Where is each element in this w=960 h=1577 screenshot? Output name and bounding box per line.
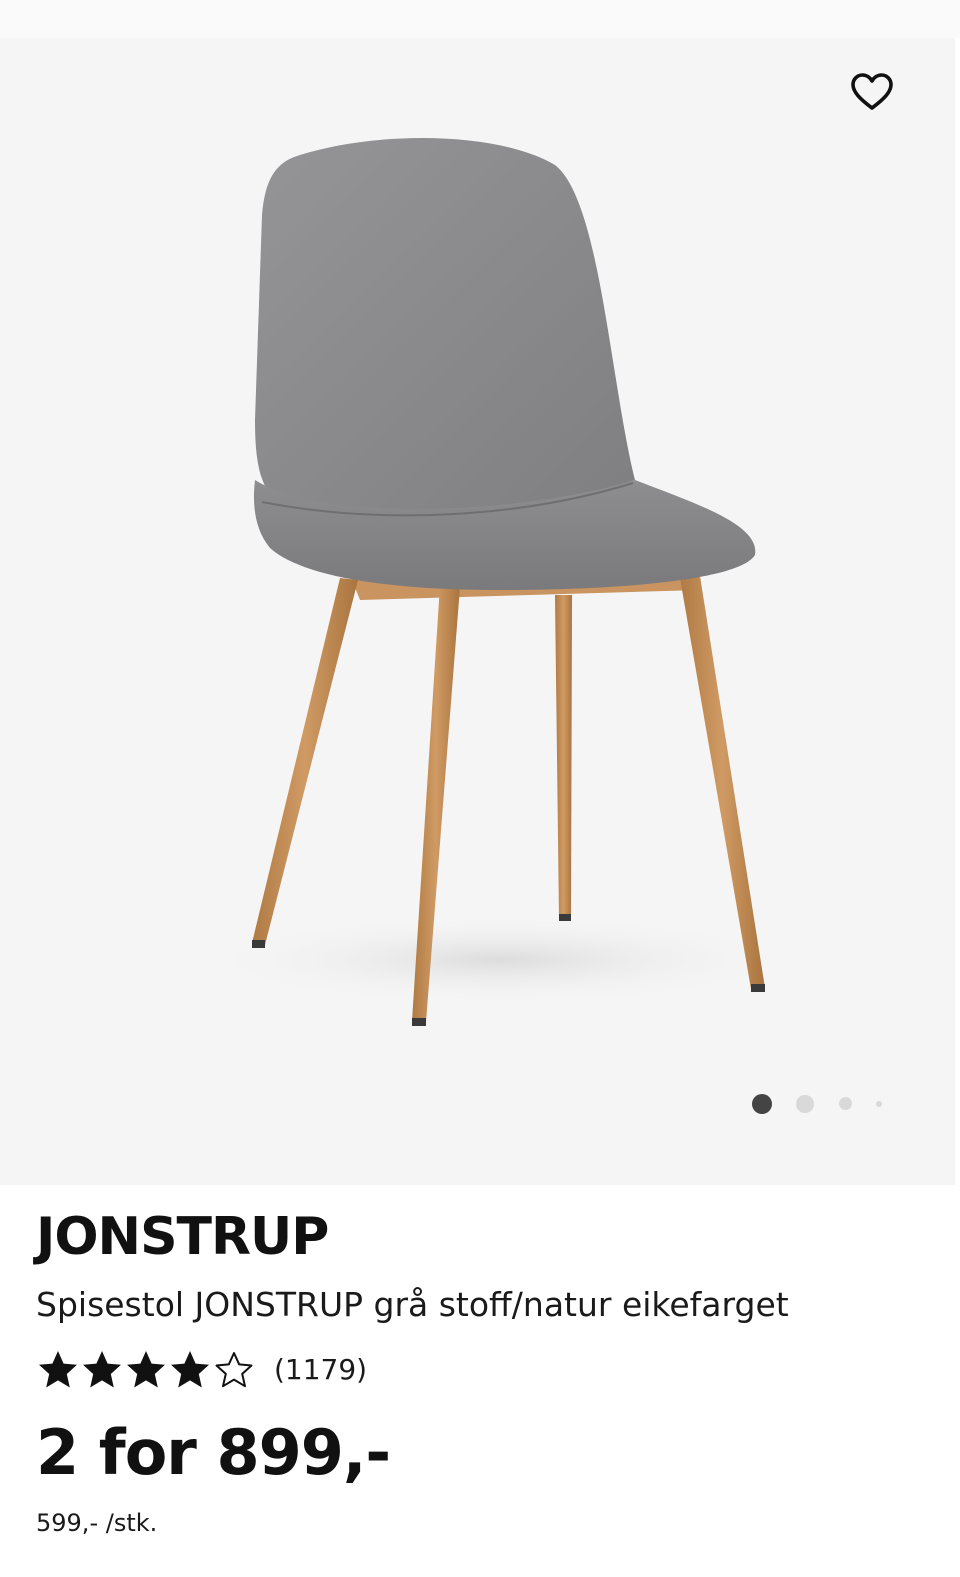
- gallery-edge: [955, 38, 960, 1185]
- star-filled-icon: [171, 1351, 209, 1388]
- carousel-dot-2[interactable]: [796, 1095, 814, 1113]
- rating-count[interactable]: (1179): [274, 1353, 367, 1386]
- product-page: JONSTRUP Spisestol JONSTRUP grå stoff/na…: [0, 0, 960, 1577]
- carousel-dot-3[interactable]: [839, 1097, 852, 1110]
- favorite-button[interactable]: [846, 66, 898, 118]
- star-filled-icon: [83, 1351, 121, 1388]
- carousel-dot-1[interactable]: [752, 1094, 772, 1114]
- product-image-gallery[interactable]: [0, 0, 955, 1185]
- carousel-dot-4[interactable]: [876, 1101, 882, 1107]
- product-image: [200, 138, 800, 1026]
- unit-price: 599,- /stk.: [36, 1509, 158, 1537]
- image-carousel-dots: [748, 1092, 898, 1116]
- top-strip: [0, 0, 960, 38]
- star-filled-icon: [127, 1351, 165, 1388]
- star-outline-icon: [215, 1352, 253, 1388]
- heart-outline-icon: [851, 73, 893, 110]
- product-rating[interactable]: (1179): [36, 1347, 367, 1391]
- rating-stars: [36, 1349, 256, 1389]
- product-brand: JONSTRUP: [36, 1207, 329, 1267]
- product-price: 2 for 899,-: [36, 1416, 391, 1489]
- star-filled-icon: [39, 1351, 77, 1388]
- product-subtitle: Spisestol JONSTRUP grå stoff/natur eikef…: [36, 1285, 789, 1324]
